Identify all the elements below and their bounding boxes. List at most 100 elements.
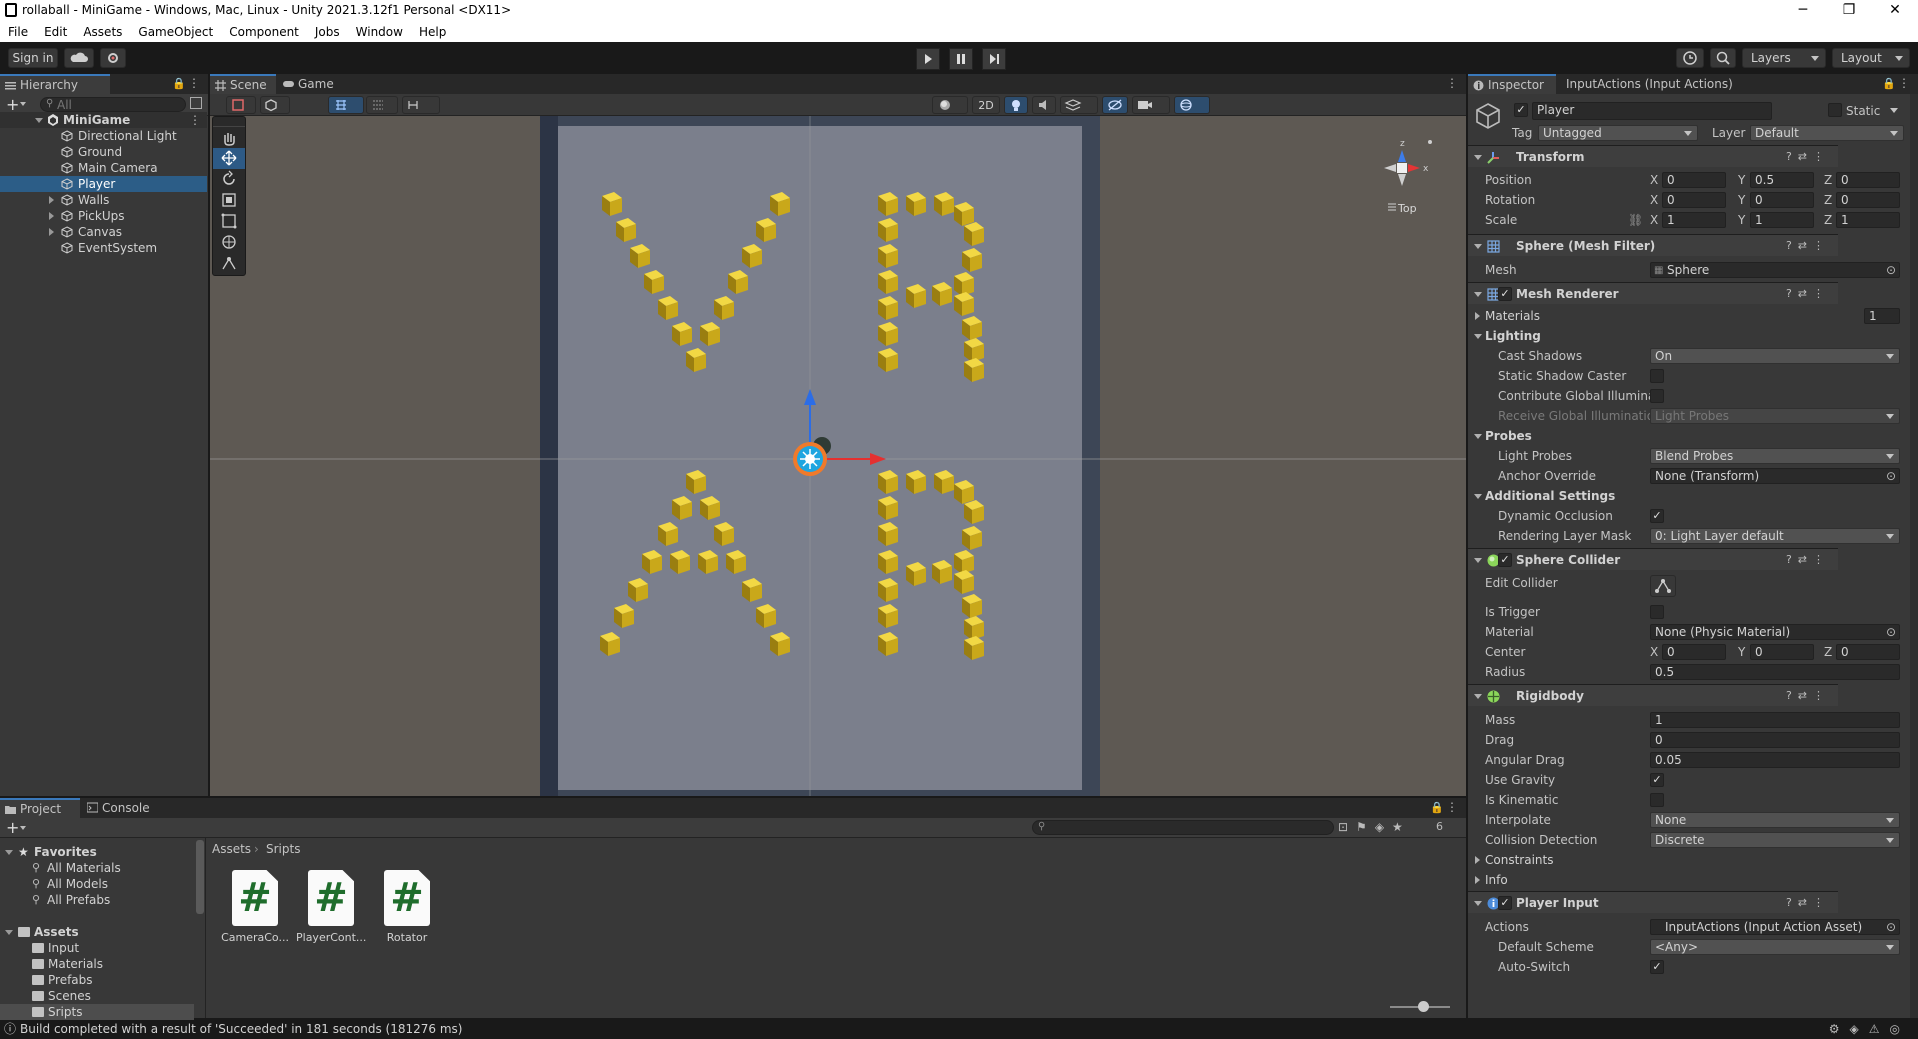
fold-arrow-icon[interactable]: [1474, 434, 1482, 439]
position-z-field[interactable]: 0: [1836, 172, 1900, 188]
play-button[interactable]: [916, 48, 940, 70]
folder-item-scenes[interactable]: Scenes: [0, 988, 194, 1004]
scale-tool[interactable]: [213, 190, 245, 211]
hierarchy-item-eventsystem[interactable]: EventSystem: [0, 240, 207, 256]
more-options-icon[interactable]: ⋮: [1446, 76, 1458, 90]
hierarchy-scene-root[interactable]: MiniGame ⋮: [0, 112, 207, 128]
tab-console[interactable]: Console: [82, 798, 162, 818]
object-name-field[interactable]: Player: [1532, 102, 1772, 120]
lighting-foldout[interactable]: Lighting: [1468, 328, 1838, 344]
component-header-icons[interactable]: ?⇄⋮: [1786, 283, 1830, 305]
component-header-icons[interactable]: ?⇄⋮: [1786, 549, 1830, 571]
scene-viewport[interactable]: z x Top: [210, 116, 1466, 796]
constraints-foldout[interactable]: Constraints: [1468, 852, 1838, 868]
2d-toggle-button[interactable]: 2D: [972, 96, 1000, 114]
static-shadow-checkbox[interactable]: [1650, 369, 1664, 383]
expand-arrow-icon[interactable]: [35, 118, 43, 123]
gizmo-x-cone[interactable]: [1408, 164, 1420, 172]
expand-arrow-icon[interactable]: [49, 212, 54, 220]
folder-item-materials[interactable]: Materials: [0, 956, 194, 972]
effects-button[interactable]: [1060, 96, 1098, 114]
zoom-slider-thumb[interactable]: [1418, 1001, 1429, 1012]
collider-material-field[interactable]: None (Physic Material): [1650, 624, 1900, 640]
is-trigger-checkbox[interactable]: [1650, 605, 1664, 619]
history-button[interactable]: [1676, 48, 1704, 68]
move-tool[interactable]: [213, 148, 245, 169]
interpolate-dropdown[interactable]: None: [1650, 812, 1900, 828]
rect-tool[interactable]: [213, 211, 245, 232]
hand-tool[interactable]: [213, 127, 245, 148]
tab-inspector[interactable]: Inspector: [1468, 74, 1556, 94]
sphere-collider-enabled-checkbox[interactable]: ✓: [1498, 553, 1512, 567]
angular-drag-field[interactable]: 0.05: [1650, 752, 1900, 768]
breadcrumb-sripts[interactable]: Sripts: [266, 840, 300, 858]
transform-tool[interactable]: [213, 232, 245, 253]
minimize-button[interactable]: ─: [1780, 0, 1826, 22]
pause-button[interactable]: [949, 48, 973, 70]
menu-jobs[interactable]: Jobs: [307, 22, 348, 42]
expand-arrow-icon[interactable]: [49, 196, 54, 204]
fold-arrow-icon[interactable]: [1474, 694, 1482, 699]
orientation-gizmo[interactable]: z x Top: [1372, 126, 1452, 226]
add-icon[interactable]: +: [6, 818, 19, 837]
fold-arrow-icon[interactable]: [1474, 901, 1482, 906]
object-picker-icon[interactable]: ⊙: [1886, 624, 1896, 640]
component-header-icons[interactable]: ?⇄⋮: [1786, 235, 1830, 257]
additional-settings-foldout[interactable]: Additional Settings: [1468, 488, 1838, 504]
tab-inputactions[interactable]: InputActions (Input Actions): [1558, 74, 1758, 94]
hierarchy-item-main-camera[interactable]: Main Camera: [0, 160, 207, 176]
scale-y-field[interactable]: 1: [1750, 212, 1814, 228]
gizmo-y-cone[interactable]: [1398, 150, 1406, 162]
info-foldout[interactable]: Info: [1468, 872, 1838, 888]
light-probes-dropdown[interactable]: Blend Probes: [1650, 448, 1900, 464]
expand-arrow-icon[interactable]: [5, 850, 13, 855]
object-picker-icon[interactable]: ⊙: [1886, 262, 1896, 278]
probes-foldout[interactable]: Probes: [1468, 428, 1838, 444]
fold-arrow-icon[interactable]: [1475, 856, 1480, 864]
more-options-icon[interactable]: ⋮: [1898, 76, 1910, 90]
scene-canvas[interactable]: [210, 116, 1466, 796]
folder-item-input[interactable]: Input: [0, 940, 194, 956]
asset-script-file[interactable]: # CameraCo...: [220, 870, 290, 944]
more-options-icon[interactable]: ⋮: [189, 112, 201, 128]
grid-settings-button[interactable]: [366, 96, 398, 114]
player-input-header[interactable]: ✓ Player Input ?⇄⋮: [1468, 891, 1838, 913]
palette-handle[interactable]: [213, 117, 245, 127]
chevron-down-icon[interactable]: [1890, 108, 1898, 113]
link-icon[interactable]: ⛓: [1628, 212, 1643, 228]
component-header-icons[interactable]: ?⇄⋮: [1786, 685, 1830, 707]
expand-arrow-icon[interactable]: [5, 930, 13, 935]
render-mode-button[interactable]: [932, 96, 968, 114]
anchor-override-field[interactable]: None (Transform): [1650, 468, 1900, 484]
asset-script-file[interactable]: # Rotator: [372, 870, 442, 944]
dynamic-occlusion-checkbox[interactable]: ✓: [1650, 509, 1664, 523]
menu-gameobject[interactable]: GameObject: [130, 22, 221, 42]
project-filter-icons[interactable]: ⊡⚑◈★: [1338, 820, 1411, 834]
favorite-item[interactable]: ⚲ All Models: [0, 876, 200, 892]
lock-icon[interactable]: 🔒: [172, 77, 186, 90]
menu-file[interactable]: File: [0, 22, 36, 42]
fold-arrow-icon[interactable]: [1474, 292, 1482, 297]
rigidbody-header[interactable]: Rigidbody ?⇄⋮: [1468, 684, 1838, 706]
center-x-field[interactable]: 0: [1662, 644, 1726, 660]
tab-project[interactable]: Project: [0, 798, 80, 818]
component-header-icons[interactable]: ?⇄⋮: [1786, 146, 1830, 168]
step-button[interactable]: [982, 48, 1006, 70]
scale-x-field[interactable]: 1: [1662, 212, 1726, 228]
object-mode-button[interactable]: [260, 96, 290, 114]
tag-dropdown[interactable]: Untagged: [1538, 125, 1698, 141]
auto-switch-checkbox[interactable]: ✓: [1650, 960, 1664, 974]
use-gravity-checkbox[interactable]: ✓: [1650, 773, 1664, 787]
sphere-collider-header[interactable]: ✓ Sphere Collider ?⇄⋮: [1468, 548, 1838, 570]
status-message[interactable]: Build completed with a result of 'Succee…: [20, 1020, 462, 1039]
layer-dropdown[interactable]: Default: [1750, 125, 1904, 141]
audio-toggle-button[interactable]: [1032, 96, 1056, 114]
gizmo-neg-y-cone[interactable]: [1398, 174, 1406, 186]
mesh-field[interactable]: Sphere: [1650, 262, 1900, 278]
asset-script-file[interactable]: # PlayerCont...: [296, 870, 366, 944]
object-picker-icon[interactable]: ⊙: [1886, 919, 1896, 935]
custom-tool[interactable]: [213, 253, 245, 274]
hierarchy-item-canvas[interactable]: Canvas: [0, 224, 207, 240]
gizmos-button[interactable]: [1174, 96, 1210, 114]
center-y-field[interactable]: 0: [1750, 644, 1814, 660]
